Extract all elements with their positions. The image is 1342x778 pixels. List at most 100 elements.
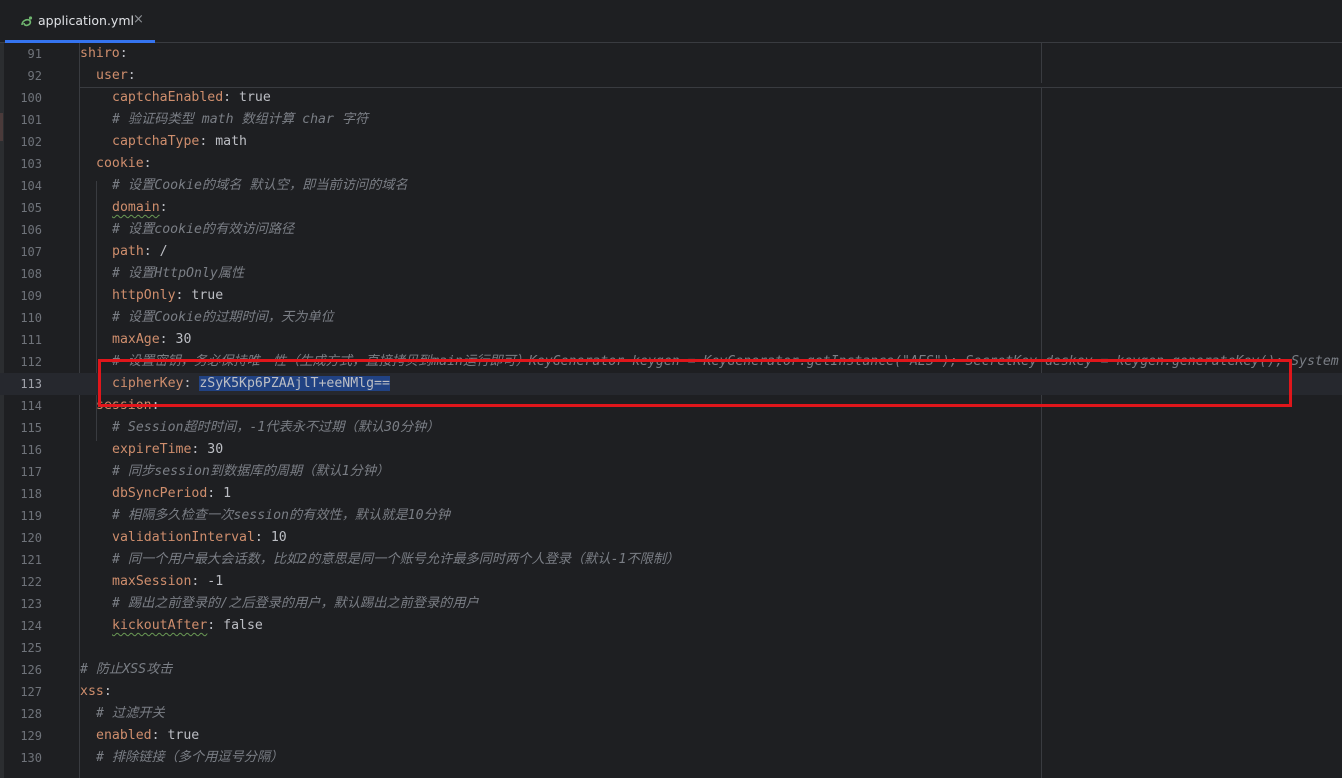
line-code: dbSyncPeriod: 1 — [112, 483, 231, 505]
code-line[interactable]: 119 # 相隔多久检查一次session的有效性，默认就是10分钟 — [0, 505, 1342, 527]
yaml-comment: # 相隔多久检查一次session的有效性，默认就是10分钟 — [112, 508, 450, 523]
tab-filename: application.yml — [38, 13, 134, 28]
code-line[interactable]: 130 # 排除链接（多个用逗号分隔） — [0, 747, 1342, 769]
code-line[interactable]: 120 validationInterval: 10 — [0, 527, 1342, 549]
code-line[interactable]: 102 captchaType: math — [0, 131, 1342, 153]
line-code: maxSession: -1 — [112, 571, 223, 593]
code-line[interactable]: 105 domain: — [0, 197, 1342, 219]
yaml-comment: # 排除链接（多个用逗号分隔） — [96, 750, 284, 765]
yaml-separator: : — [127, 68, 136, 83]
yaml-key: captchaType — [112, 134, 200, 149]
line-code: # 踢出之前登录的/之后登录的用户，默认踢出之前登录的用户 — [112, 593, 479, 615]
code-line[interactable]: 109 httpOnly: true — [0, 285, 1342, 307]
line-number: 112 — [20, 355, 42, 369]
line-code: path: / — [112, 241, 168, 263]
yaml-comment: # 设置Cookie的过期时间，天为单位 — [112, 310, 334, 325]
yaml-key: maxSession — [112, 574, 192, 589]
line-number: 119 — [20, 509, 42, 523]
yaml-value: / — [159, 244, 168, 259]
code-line[interactable]: 126 # 防止XSS攻击 — [0, 659, 1342, 681]
line-number: 118 — [20, 487, 42, 501]
line-number: 106 — [20, 223, 42, 237]
code-line[interactable]: 129 enabled: true — [0, 725, 1342, 747]
line-code: expireTime: 30 — [112, 439, 223, 461]
line-code: maxAge: 30 — [112, 329, 191, 351]
code-line[interactable]: 111 maxAge: 30 — [0, 329, 1342, 351]
yaml-separator: : — [191, 442, 208, 457]
line-number: 123 — [20, 597, 42, 611]
line-number: 111 — [20, 333, 42, 347]
line-code: kickoutAfter: false — [112, 615, 263, 637]
line-code: # Session超时时间，-1代表永不过期（默认30分钟） — [112, 417, 439, 439]
yaml-separator: : — [223, 90, 240, 105]
line-number: 122 — [20, 575, 42, 589]
line-number: 107 — [20, 245, 42, 259]
yaml-key: validationInterval — [112, 530, 255, 545]
yaml-comment: # 设置cookie的有效访问路径 — [112, 222, 295, 237]
tab-application-yml[interactable]: application.yml × — [5, 0, 155, 43]
line-number: 127 — [20, 685, 42, 699]
code-line[interactable]: 128 # 过滤开关 — [0, 703, 1342, 725]
line-number: 102 — [20, 135, 42, 149]
yaml-value: true — [191, 288, 224, 303]
code-line[interactable]: 121 # 同一个用户最大会话数，比如2的意思是同一个账号允许最多同时两个人登录（… — [0, 549, 1342, 571]
code-line[interactable]: 103 cookie: — [0, 153, 1342, 175]
code-line[interactable]: 127 xss: — [0, 681, 1342, 703]
yaml-comment: # 设置HttpOnly属性 — [112, 266, 245, 281]
code-line[interactable]: 118 dbSyncPeriod: 1 — [0, 483, 1342, 505]
yaml-value: 30 — [175, 332, 192, 347]
code-line[interactable]: 122 maxSession: -1 — [0, 571, 1342, 593]
yaml-separator: : — [159, 332, 176, 347]
yaml-key: captchaEnabled — [112, 90, 224, 105]
code-line[interactable]: 104 # 设置Cookie的域名 默认空，即当前访问的域名 — [0, 175, 1342, 197]
line-code: httpOnly: true — [112, 285, 223, 307]
code-editor[interactable]: 91 shiro: 92 user: 100 captchaEnabled: true 10… — [0, 43, 1342, 778]
yaml-separator: : — [151, 728, 168, 743]
line-code: # 设置HttpOnly属性 — [112, 263, 244, 285]
code-line[interactable]: 91 shiro: — [0, 43, 1342, 65]
yaml-comment: # 踢出之前登录的/之后登录的用户，默认踢出之前登录的用户 — [112, 596, 479, 611]
code-line[interactable]: 116 expireTime: 30 — [0, 439, 1342, 461]
line-code: # 设置Cookie的域名 默认空，即当前访问的域名 — [112, 175, 408, 197]
highlight-annotation-box — [98, 359, 1292, 407]
line-number: 100 — [20, 91, 42, 105]
code-line[interactable]: 115 # Session超时时间，-1代表永不过期（默认30分钟） — [0, 417, 1342, 439]
yaml-key: domain — [112, 200, 160, 215]
yaml-key: enabled — [96, 728, 152, 743]
line-code: domain: — [112, 197, 168, 219]
line-code: captchaEnabled: true — [112, 87, 271, 109]
yaml-separator: : — [143, 244, 160, 259]
close-icon[interactable]: × — [133, 12, 144, 27]
line-number: 117 — [20, 465, 42, 479]
yaml-key: path — [112, 244, 144, 259]
yaml-separator: : — [119, 46, 128, 61]
code-line[interactable]: 110 # 设置Cookie的过期时间，天为单位 — [0, 307, 1342, 329]
code-line[interactable]: 124 kickoutAfter: false — [0, 615, 1342, 637]
line-number: 113 — [20, 377, 42, 391]
code-line[interactable]: 117 # 同步session到数据库的周期（默认1分钟） — [0, 461, 1342, 483]
line-number: 125 — [20, 641, 42, 655]
code-line[interactable]: 106 # 设置cookie的有效访问路径 — [0, 219, 1342, 241]
line-code: # 同步session到数据库的周期（默认1分钟） — [112, 461, 389, 483]
yaml-value: false — [223, 618, 263, 633]
yaml-separator: : — [143, 156, 152, 171]
yaml-separator: : — [175, 288, 192, 303]
code-line[interactable]: 107 path: / — [0, 241, 1342, 263]
yaml-key: user — [96, 68, 128, 83]
yaml-comment: # Session超时时间，-1代表永不过期（默认30分钟） — [112, 420, 440, 435]
code-line[interactable]: 108 # 设置HttpOnly属性 — [0, 263, 1342, 285]
yaml-value: 30 — [207, 442, 224, 457]
line-number: 92 — [27, 69, 42, 83]
line-code: enabled: true — [96, 725, 199, 747]
code-line[interactable]: 123 # 踢出之前登录的/之后登录的用户，默认踢出之前登录的用户 — [0, 593, 1342, 615]
line-code: # 过滤开关 — [96, 703, 165, 725]
code-line[interactable]: 125 — [0, 637, 1342, 659]
line-number: 103 — [20, 157, 42, 171]
line-code: validationInterval: 10 — [112, 527, 287, 549]
yaml-file-icon — [21, 16, 33, 27]
code-line[interactable]: 100 captchaEnabled: true — [0, 87, 1342, 109]
line-number: 110 — [20, 311, 42, 325]
yaml-value: true — [239, 90, 271, 105]
line-code: xss: — [80, 681, 112, 703]
code-line[interactable]: 101 # 验证码类型 math 数组计算 char 字符 — [0, 109, 1342, 131]
